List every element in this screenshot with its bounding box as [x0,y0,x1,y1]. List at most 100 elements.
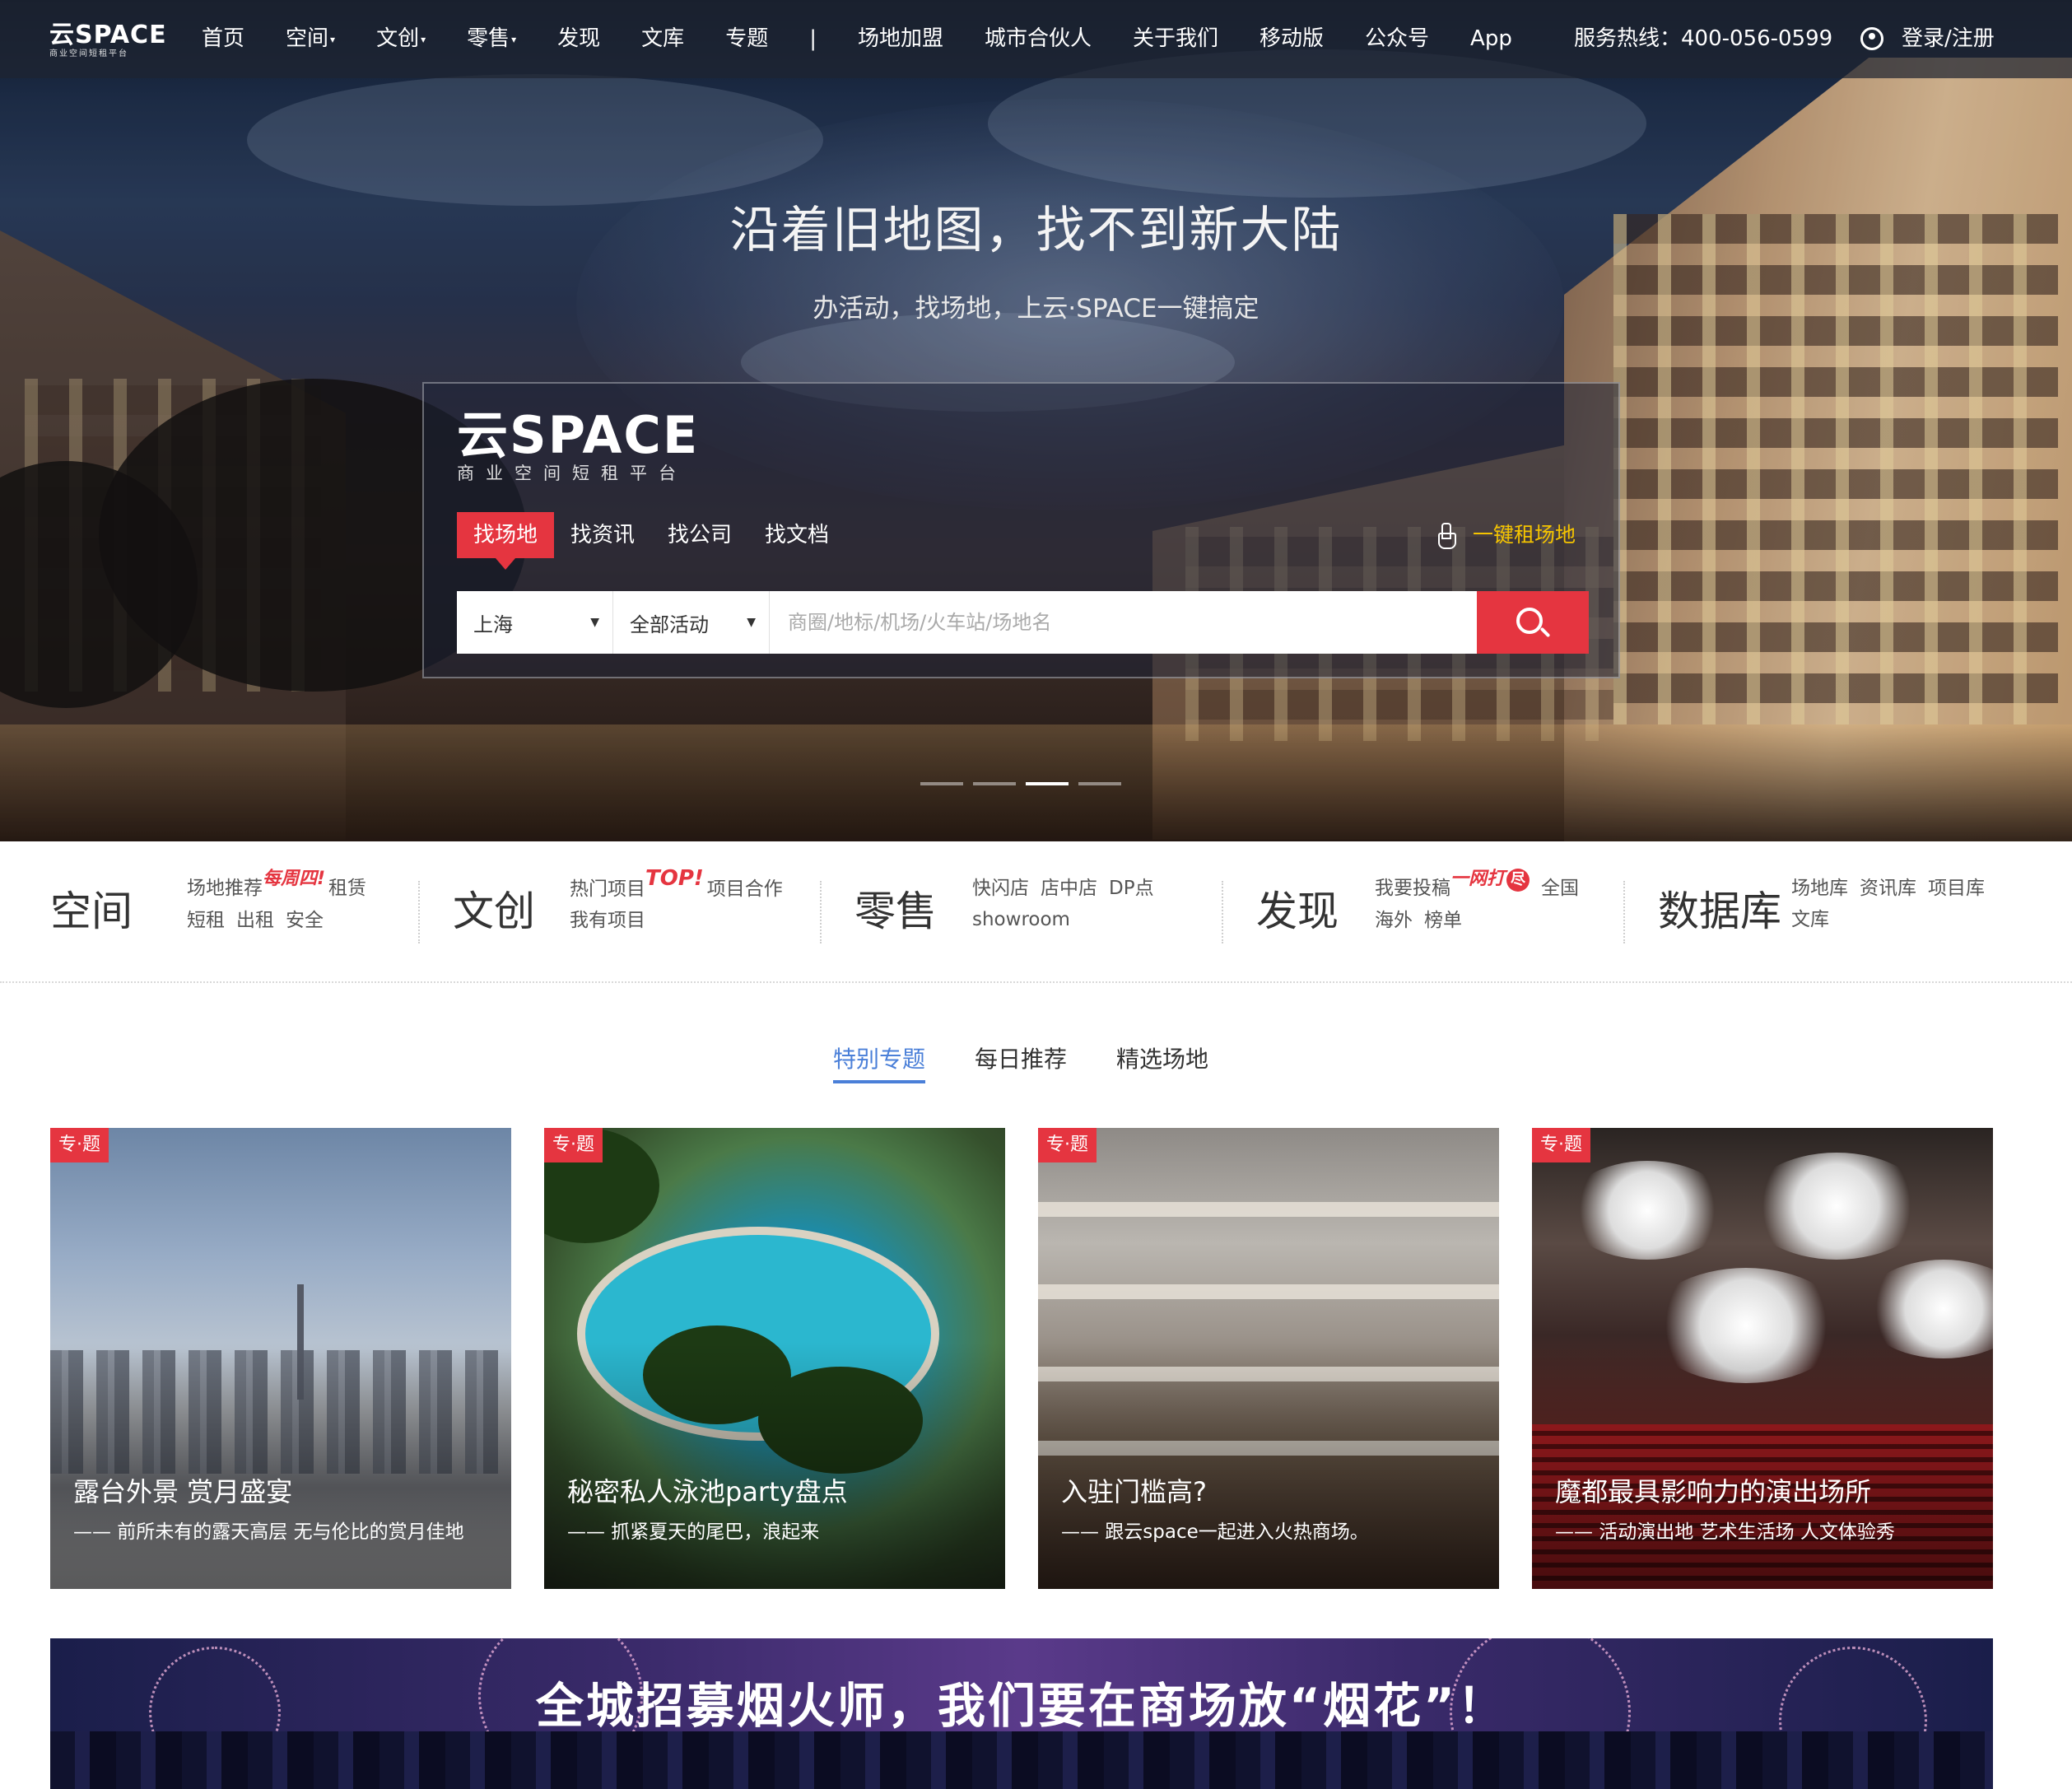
topic-card[interactable]: 专·题 秘密私人泳池party盘点 —— 抓紧夏天的尾巴，浪起来 [544,1128,1005,1589]
tab-find-venue[interactable]: 找场地 [457,512,555,570]
slider-dot[interactable] [973,782,1016,785]
link-overseas[interactable]: 海外 [1375,910,1413,931]
slider-dot-active[interactable] [1026,782,1069,785]
topic-card[interactable]: 专·题 入驻门槛高? —— 跟云space一起进入火热商场。 [1038,1128,1499,1589]
nav-item-mobile[interactable]: 移动版 [1259,23,1324,55]
link-short-rent[interactable]: 短租 [187,910,225,931]
topic-card[interactable]: 专·题 露台外景 赏月盛宴 —— 前所未有的露天高层 无与伦比的赏月佳地 [50,1128,511,1589]
service-hotline: 服务热线：400-056-0599 [1574,26,1833,51]
nav-item-library[interactable]: 文库 [641,23,684,55]
category-bar: 空间 场地推荐每周四! 租赁 短租 出租 安全 文创 热门项目TOP! 项目合作 我有项… [0,841,2072,983]
link-rankings[interactable]: 榜单 [1424,910,1462,931]
nav-item-label: 专题 [725,26,769,51]
login-button[interactable]: 登录/注册 [1860,23,1995,54]
dropdown-arrow-icon: ▼ [590,616,599,629]
hero-subtitle: 办活动，找场地，上云·SPACE一键搞定 [813,294,1259,324]
link-safety[interactable]: 安全 [286,910,324,931]
tab-find-news[interactable]: 找资讯 [554,512,651,558]
hero-slogan: 沿着旧地图，找不到新大陆 [729,202,1343,259]
link-my-project[interactable]: 我有项目 [570,910,645,931]
tab-daily-recommend[interactable]: 每日推荐 [975,1039,1067,1083]
logo-text: 云SPACE [49,21,167,49]
mall-floor [1038,1284,1499,1299]
nav-logo[interactable]: 云SPACE 商业空间短租平台 [49,21,167,59]
nav-item-home[interactable]: 首页 [202,23,244,55]
card-title: 秘密私人泳池party盘点 [567,1476,848,1507]
search-panel-logo: 云SPACE 商业空间短租平台 [457,408,699,484]
city-select-value: 上海 [473,613,513,636]
login-label: 登录/注册 [1902,26,1995,51]
nav-item-culture[interactable]: 文创 ▾ [376,23,426,55]
slider-dot[interactable] [920,782,963,785]
link-project-db[interactable]: 项目库 [1928,878,1985,899]
link-venue-recommend[interactable]: 场地推荐 [187,878,263,899]
tab-special-topics[interactable]: 特别专题 [833,1039,926,1083]
category-discover: 发现 我要投稿一网打尽全国 海外 榜单 [1256,841,1618,983]
nav-item-retail[interactable]: 零售 ▾ [467,23,516,55]
nav-divider: | [809,23,817,55]
nav-item-app[interactable]: App [1470,23,1512,55]
category-space: 空间 场地推荐每周四! 租赁 短租 出租 安全 [50,841,412,983]
link-news-db[interactable]: 资讯库 [1860,878,1916,899]
tab-find-company[interactable]: 找公司 [651,512,748,558]
slider-indicators [920,782,1131,785]
nav-item-label: 文库 [641,26,685,51]
caret-down-icon: ▾ [421,33,426,45]
card-description: —— 抓紧夏天的尾巴，浪起来 [567,1521,820,1543]
link-project-cooperation[interactable]: 项目合作 [707,878,783,900]
tab-selected-venues[interactable]: 精选场地 [1116,1039,1208,1083]
nav-item-about[interactable]: 关于我们 [1133,23,1218,55]
nav-item-wechat[interactable]: 公众号 [1365,23,1429,55]
card-title: 魔都最具影响力的演出场所 [1555,1476,1872,1507]
nav-item-city-partner[interactable]: 城市合伙人 [985,23,1092,55]
link-submit-article[interactable]: 我要投稿 [1375,878,1450,899]
tab-find-document[interactable]: 找文档 [748,512,845,558]
category-title[interactable]: 数据库 [1658,883,1781,940]
quick-rent-link[interactable]: 一键租场地 [1436,520,1576,550]
promo-banner[interactable]: 全城招募烟火师，我们要在商场放“烟花”！ [50,1638,1993,1789]
category-links: 快闪店 店中店 DP点 showroom [972,873,1166,935]
card-shade [50,1342,511,1589]
nav-item-space[interactable]: 空间 ▾ [286,23,335,55]
category-title[interactable]: 文创 [453,883,535,940]
link-store-in-store[interactable]: 店中店 [1041,878,1097,899]
nav-item-label: 场地加盟 [857,26,943,51]
badge-all-in-one-text: 一网打 [1450,869,1506,889]
category-title[interactable]: 发现 [1256,883,1339,940]
slider-dot[interactable] [1078,782,1121,785]
nav-item-topics[interactable]: 专题 [725,23,768,55]
link-rent-out[interactable]: 出租 [236,910,274,931]
city-select[interactable]: 上海 ▼ [457,591,613,654]
activity-select[interactable]: 全部活动 ▼ [613,591,770,654]
link-library[interactable]: 文库 [1791,909,1829,930]
category-links: 场地库 资讯库 项目库 文库 [1791,873,1996,935]
nav-item-label: 首页 [202,26,245,51]
search-input[interactable] [770,591,1477,654]
user-icon [1860,27,1883,50]
nav-item-label: 文创 [376,26,420,51]
link-nationwide[interactable]: 全国 [1541,878,1579,899]
category-title[interactable]: 空间 [50,883,133,940]
card-title: 露台外景 赏月盛宴 [73,1476,293,1507]
topic-card[interactable]: 专·题 魔都最具影响力的演出场所 —— 活动演出地 艺术生活场 人文体验秀 [1532,1128,1993,1589]
link-popup-store[interactable]: 快闪店 [972,878,1029,899]
search-button[interactable] [1477,591,1589,654]
category-links: 我要投稿一网打尽全国 海外 榜单 [1375,869,1590,936]
card-description: —— 活动演出地 艺术生活场 人文体验秀 [1555,1521,1895,1543]
category-divider [1623,881,1625,943]
link-hot-projects[interactable]: 热门项目 [570,878,645,900]
badge-all-in-one: 一网打尽 [1450,869,1530,892]
category-title[interactable]: 零售 [854,883,937,940]
link-dp-point[interactable]: DP点 [1109,878,1154,899]
search-panel: 云SPACE 商业空间短租平台 找场地 找资讯 找公司 找文档 一键租场地 上海… [422,382,1620,678]
nav-item-label: 空间 [286,26,329,51]
link-lease[interactable]: 租赁 [328,878,366,899]
topic-tag: 专·题 [544,1128,603,1162]
nav-item-venue-join[interactable]: 场地加盟 [858,23,943,55]
link-showroom[interactable]: showroom [972,909,1070,930]
night-city [50,1731,1993,1789]
nav-item-discover[interactable]: 发现 [557,23,600,55]
banner-headline: 全城招募烟火师，我们要在商场放“烟花”！ [535,1678,1508,1734]
link-venue-db[interactable]: 场地库 [1791,878,1848,899]
nav-item-label: 移动版 [1259,26,1325,51]
